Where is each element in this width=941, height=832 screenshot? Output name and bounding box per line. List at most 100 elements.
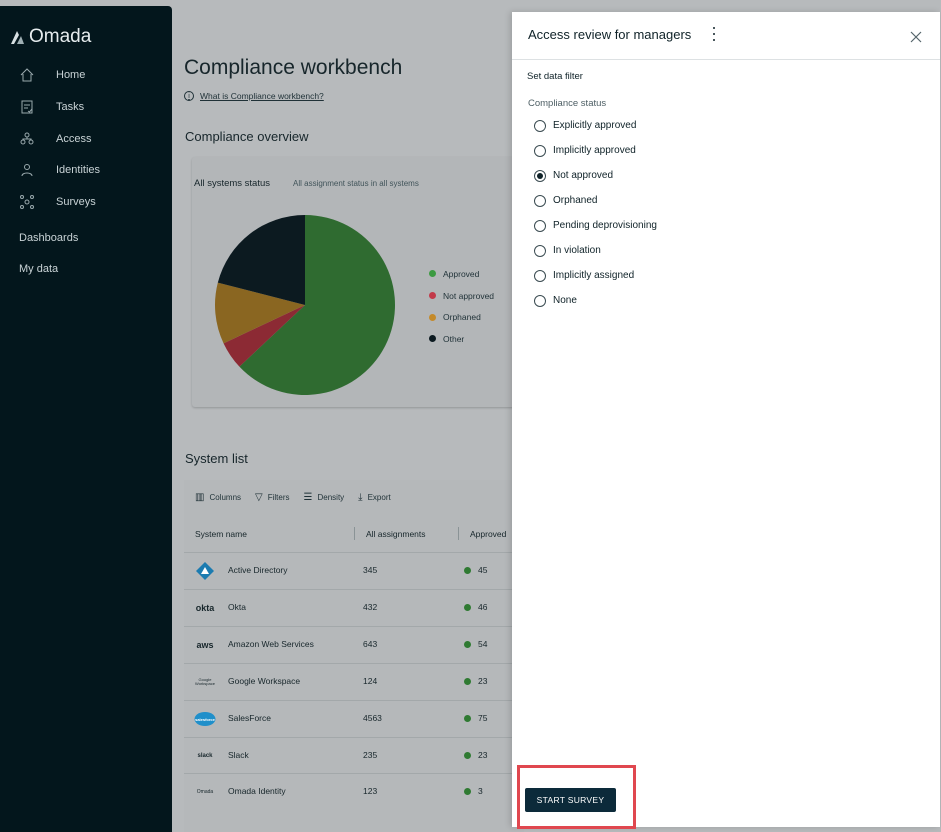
density-icon: ☰ — [303, 492, 313, 503]
filter-icon: ▽ — [255, 492, 263, 503]
home-icon — [18, 66, 36, 84]
active-directory-logo — [194, 561, 216, 581]
omada-identity-logo: Omada — [196, 789, 214, 795]
assignment-count: 345 — [363, 565, 378, 575]
assignment-count: 124 — [363, 676, 378, 686]
system-name: Omada Identity — [228, 786, 286, 796]
system-name: Slack — [228, 750, 249, 760]
approved-count: 75 — [464, 713, 487, 723]
status-pie-chart — [215, 215, 395, 395]
approved-value: 46 — [478, 602, 488, 612]
radio-label: Implicitly approved — [553, 145, 636, 156]
table-row[interactable]: salesforce SalesForce 4563 75 — [184, 700, 524, 737]
legend-label: Approved — [443, 268, 480, 279]
legend-item-other: Other — [429, 328, 494, 350]
radio-button[interactable] — [534, 269, 546, 282]
sidebar-item-tasks[interactable]: Tasks — [18, 96, 84, 118]
radio-orphaned[interactable]: Orphaned — [534, 188, 657, 213]
radio-in-violation[interactable]: In violation — [534, 238, 657, 263]
radio-button[interactable] — [534, 244, 546, 257]
compliance-status-label: Compliance status — [528, 98, 607, 109]
table-row[interactable]: slack Slack 235 23 — [184, 737, 524, 774]
column-separator[interactable] — [458, 527, 459, 540]
identities-icon — [18, 161, 36, 179]
brand-name: Omada — [29, 26, 92, 47]
approved-value: 23 — [478, 750, 488, 760]
compliance-overview-title: Compliance overview — [185, 129, 309, 144]
radio-button[interactable] — [534, 144, 546, 157]
chart-legend: Approved Not approved Orphaned Other — [429, 263, 494, 350]
panel-title: Access review for managers — [528, 27, 692, 42]
filters-button[interactable]: ▽ Filters — [255, 492, 289, 503]
approved-count: 54 — [464, 639, 487, 649]
help-link[interactable]: i What is Compliance workbench? — [184, 91, 324, 101]
legend-swatch — [429, 292, 436, 300]
column-header-system-name[interactable]: System name — [195, 529, 247, 539]
legend-swatch — [429, 270, 436, 278]
radio-label: Implicitly assigned — [553, 270, 635, 281]
radio-label: In violation — [553, 245, 601, 256]
columns-button[interactable]: ▥ Columns — [195, 492, 241, 503]
radio-button[interactable] — [534, 219, 546, 232]
radio-label: Orphaned — [553, 195, 598, 206]
table-toolbar: ▥ Columns ▽ Filters ☰ Density ⤓ Export — [195, 492, 391, 503]
approved-value: 3 — [478, 786, 483, 796]
approved-value: 54 — [478, 639, 488, 649]
card-title: All systems status — [194, 178, 271, 189]
system-list-title: System list — [185, 451, 248, 466]
sidebar-item-dashboards[interactable]: Dashboards — [19, 232, 78, 244]
radio-label: Pending deprovisioning — [553, 220, 657, 231]
radio-not-approved[interactable]: Not approved — [534, 163, 657, 188]
radio-button[interactable] — [534, 194, 546, 207]
sidebar-item-access[interactable]: Access — [18, 128, 91, 150]
status-dot — [464, 677, 471, 685]
sidebar: Omada Home Tasks Access Identities Surve… — [0, 6, 172, 832]
radio-button[interactable] — [534, 119, 546, 132]
radio-implicitly-assigned[interactable]: Implicitly assigned — [534, 263, 657, 288]
export-icon: ⤓ — [358, 492, 363, 503]
more-options-icon[interactable] — [710, 27, 718, 41]
export-button[interactable]: ⤓ Export — [358, 492, 391, 503]
sidebar-item-my-data[interactable]: My data — [19, 263, 58, 275]
density-button[interactable]: ☰ Density — [304, 492, 345, 503]
table-row[interactable]: Active Directory 345 45 — [184, 552, 524, 589]
system-name: Amazon Web Services — [228, 639, 314, 649]
columns-label: Columns — [209, 493, 242, 502]
density-label: Density — [317, 493, 345, 502]
radio-pending-deprovisioning[interactable]: Pending deprovisioning — [534, 213, 657, 238]
radio-button-selected[interactable] — [534, 169, 546, 182]
radio-explicitly-approved[interactable]: Explicitly approved — [534, 113, 657, 138]
column-header-approved[interactable]: Approved — [470, 529, 506, 539]
legend-label: Other — [443, 333, 465, 344]
close-icon[interactable] — [908, 29, 924, 45]
radio-none[interactable]: None — [534, 288, 657, 313]
table-row[interactable]: aws Amazon Web Services 643 54 — [184, 626, 524, 663]
legend-item-orphaned: Orphaned — [429, 306, 494, 328]
omada-logo[interactable]: Omada — [9, 26, 91, 48]
omada-logo-icon — [11, 30, 24, 44]
column-separator[interactable] — [354, 527, 355, 540]
approved-count: 46 — [464, 602, 487, 612]
columns-icon: ▥ — [195, 492, 205, 503]
status-dot — [464, 751, 471, 759]
approved-count: 23 — [464, 676, 487, 686]
approved-count: 3 — [464, 786, 483, 796]
table-row[interactable]: Omada Omada Identity 123 3 — [184, 773, 524, 810]
column-header-all-assignments[interactable]: All assignments — [366, 529, 426, 539]
help-link-text: What is Compliance workbench? — [200, 91, 324, 101]
app-root: Omada Home Tasks Access Identities Surve… — [0, 0, 941, 832]
system-name: Active Directory — [228, 565, 288, 575]
radio-button[interactable] — [534, 294, 546, 307]
access-icon — [18, 130, 36, 148]
approved-count: 45 — [464, 565, 487, 575]
table-row[interactable]: okta Okta 432 46 — [184, 589, 524, 626]
sidebar-item-home[interactable]: Home — [18, 64, 85, 86]
radio-implicitly-approved[interactable]: Implicitly approved — [534, 138, 657, 163]
approved-value: 75 — [478, 713, 488, 723]
system-name: SalesForce — [228, 713, 271, 723]
sidebar-item-surveys[interactable]: Surveys — [18, 191, 96, 213]
sidebar-item-identities[interactable]: Identities — [18, 159, 100, 181]
table-row[interactable]: Google Workspace Google Workspace 124 23 — [184, 663, 524, 700]
status-dot — [464, 603, 471, 611]
okta-logo: okta — [195, 603, 215, 613]
